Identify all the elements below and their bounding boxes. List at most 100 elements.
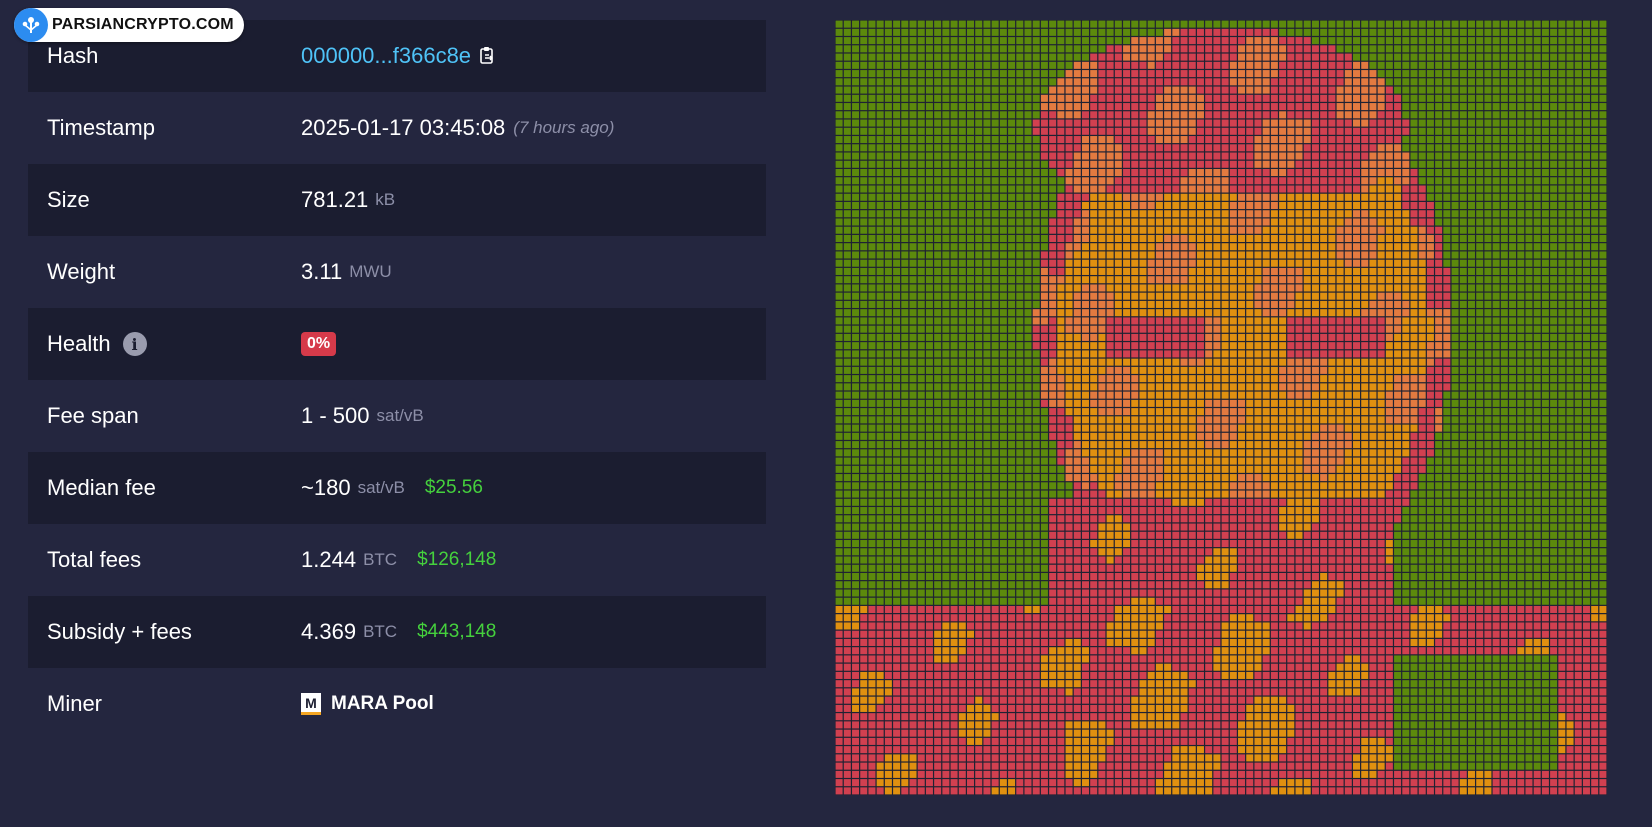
- mosaic-cell: [1139, 383, 1147, 391]
- mosaic-cell: [1065, 292, 1073, 300]
- copy-icon[interactable]: [479, 46, 497, 66]
- row-label: Subsidy + fees: [47, 619, 192, 644]
- miner-link[interactable]: MARA Pool: [331, 693, 434, 715]
- mosaic-cell: [1492, 358, 1500, 366]
- mosaic-cell: [1279, 53, 1287, 61]
- mosaic-cell: [1131, 119, 1139, 127]
- mosaic-cell: [1402, 416, 1410, 424]
- mosaic-cell: [1016, 210, 1024, 218]
- mosaic-cell: [1476, 276, 1484, 284]
- mosaic-cell: [1188, 366, 1196, 374]
- mosaic-cell: [1353, 325, 1361, 333]
- mosaic-cell: [1016, 333, 1024, 341]
- mosaic-cell: [1172, 28, 1180, 36]
- mosaic-cell: [1213, 251, 1221, 259]
- mosaic-cell: [1246, 366, 1254, 374]
- mosaic-cell: [1377, 136, 1385, 144]
- mosaic-cell: [1040, 218, 1048, 226]
- mosaic-cell: [1098, 169, 1106, 177]
- mosaic-cell: [1188, 375, 1196, 383]
- mosaic-cell: [942, 210, 950, 218]
- mosaic-cell: [958, 317, 966, 325]
- mosaic-cell: [1558, 325, 1566, 333]
- mosaic-cell: [1205, 325, 1213, 333]
- mosaic-cell: [1139, 399, 1147, 407]
- mosaic-cell: [1328, 234, 1336, 242]
- mosaic-cell: [925, 408, 933, 416]
- mosaic-cell: [893, 383, 901, 391]
- mosaic-cell: [1385, 259, 1393, 267]
- mosaic-cell: [1336, 325, 1344, 333]
- info-icon[interactable]: i: [122, 332, 147, 356]
- mosaic-cell: [1188, 160, 1196, 168]
- mosaic-cell: [868, 136, 876, 144]
- mosaic-cell: [1467, 144, 1475, 152]
- mosaic-cell: [893, 391, 901, 399]
- mosaic-cell: [1262, 152, 1270, 160]
- mosaic-cell: [1509, 144, 1517, 152]
- mosaic-cell: [1402, 325, 1410, 333]
- mosaic-cell: [1492, 218, 1500, 226]
- mosaic-cell: [1303, 78, 1311, 86]
- mosaic-cell: [1065, 424, 1073, 432]
- mosaic-cell: [1114, 276, 1122, 284]
- mosaic-cell: [1164, 383, 1172, 391]
- mosaic-cell: [901, 342, 909, 350]
- mosaic-cell: [1344, 152, 1352, 160]
- mosaic-cell: [1566, 292, 1574, 300]
- mosaic-cell: [1492, 70, 1500, 78]
- mosaic-cell: [917, 449, 925, 457]
- mosaic-cell: [1541, 309, 1549, 317]
- mosaic-cell: [1377, 201, 1385, 210]
- mosaic-cell: [1213, 234, 1221, 242]
- mosaic-cell: [1385, 226, 1393, 234]
- mosaic-cell: [1410, 251, 1418, 259]
- mosaic-cell: [950, 61, 958, 69]
- mosaic-cell: [909, 424, 917, 432]
- mosaic-cell: [1443, 127, 1451, 135]
- mosaic-cell: [1262, 284, 1270, 292]
- mosaic-cell: [1155, 127, 1163, 135]
- mosaic-cell: [934, 309, 942, 317]
- mosaic-cell: [1303, 210, 1311, 218]
- row-label: Weight: [47, 259, 116, 284]
- mosaic-cell: [1279, 300, 1287, 308]
- hash-link[interactable]: 000000...f366c8e: [301, 43, 471, 69]
- mosaic-cell: [1484, 185, 1492, 193]
- mosaic-cell: [1188, 276, 1196, 284]
- mosaic-cell: [1238, 449, 1246, 457]
- mosaic-cell: [1591, 432, 1599, 440]
- mosaic-cell: [1394, 300, 1402, 308]
- mosaic-cell: [1016, 78, 1024, 86]
- mosaic-cell: [1435, 259, 1443, 267]
- mosaic-cell: [1361, 201, 1369, 210]
- mosaic-cell: [1188, 441, 1196, 449]
- mosaic-cell: [1377, 408, 1385, 416]
- mosaic-cell: [1541, 103, 1549, 111]
- mosaic-cell: [917, 37, 925, 45]
- mosaic-cell: [1492, 375, 1500, 383]
- mosaic-cell: [1377, 169, 1385, 177]
- mosaic-cell: [1295, 152, 1303, 160]
- mosaic-cell: [1550, 276, 1558, 284]
- mosaic-cell: [1287, 111, 1295, 119]
- block-transaction-mosaic[interactable]: [835, 20, 1607, 795]
- mosaic-cell: [835, 103, 843, 111]
- mosaic-cell: [1049, 94, 1057, 102]
- mosaic-cell: [1081, 284, 1089, 292]
- mosaic-cell: [1525, 210, 1533, 218]
- mosaic-cell: [1517, 243, 1525, 251]
- mosaic-cell: [1098, 193, 1106, 201]
- mosaic-cell: [917, 94, 925, 102]
- mosaic-cell: [1295, 103, 1303, 111]
- mosaic-cell: [1172, 160, 1180, 168]
- row-value: 781.21 kB: [301, 187, 395, 213]
- mosaic-cell: [1476, 94, 1484, 102]
- mosaic-cell: [1451, 136, 1459, 144]
- mosaic-cell: [999, 53, 1007, 61]
- mosaic-cell: [884, 317, 892, 325]
- mosaic-cell: [1098, 325, 1106, 333]
- mosaic-cell: [1500, 441, 1508, 449]
- mosaic-cell: [1040, 152, 1048, 160]
- mosaic-cell: [1435, 399, 1443, 407]
